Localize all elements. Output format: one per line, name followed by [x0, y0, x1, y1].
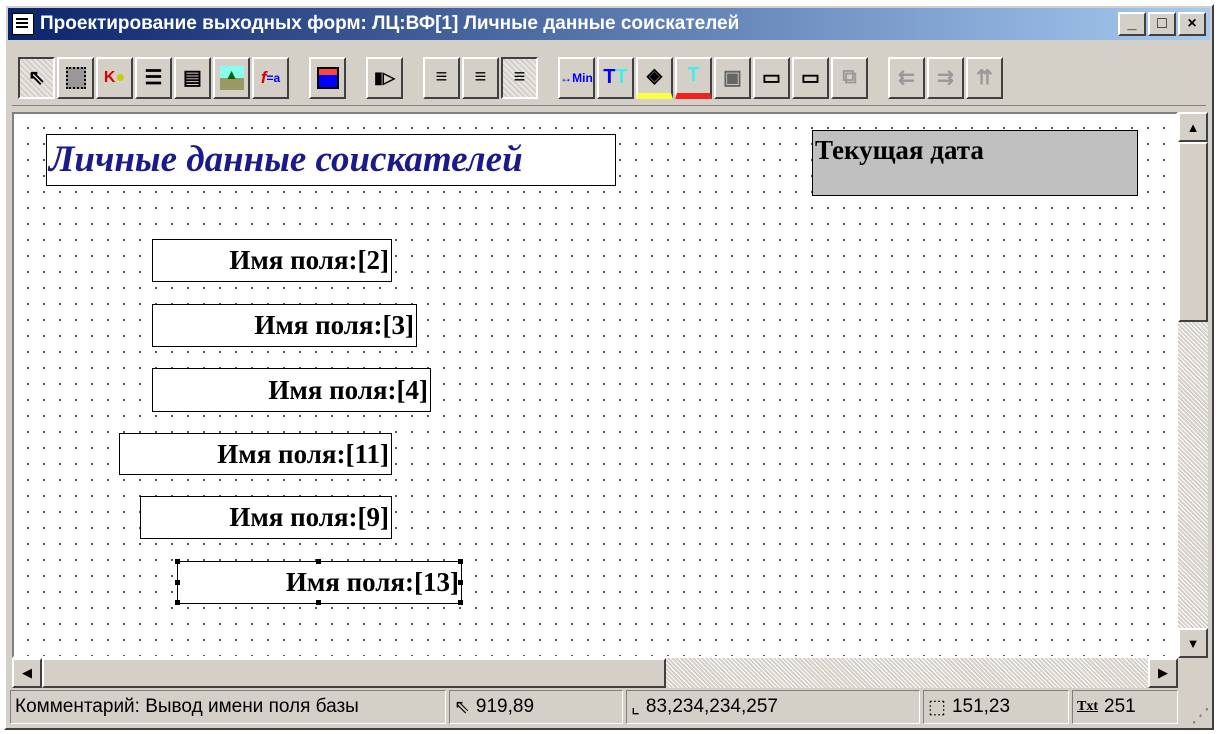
rect-icon: ⌞ [631, 696, 640, 718]
text-icon: Txt [1077, 699, 1098, 714]
scroll-down-icon[interactable]: ▼ [1178, 628, 1208, 658]
cursor-position: 919,89 [475, 696, 535, 717]
status-comment: Комментарий: Вывод имени поля базы [10, 690, 446, 724]
field-11[interactable]: Имя поля:[11] [119, 433, 392, 475]
formula-icon[interactable]: f =a [252, 56, 289, 99]
align-left-edge-icon[interactable]: ⇉ [927, 56, 964, 99]
min-size-icon[interactable]: ↔Min [558, 56, 595, 99]
key-icon[interactable]: K ● [96, 56, 133, 99]
top-border-icon[interactable]: ▭ [792, 56, 829, 99]
status-size: ⬚ 151,23 [923, 690, 1069, 724]
comment-text: Комментарий: Вывод имени поля базы [15, 696, 359, 717]
cursor-icon: ⇖ [454, 696, 470, 718]
save-icon[interactable] [309, 56, 346, 99]
title-bar: Проектирование выходных форм: ЛЦ:ВФ[1] Л… [8, 8, 1210, 40]
field-9[interactable]: Имя поля:[9] [140, 496, 392, 539]
group-icon[interactable]: ⧉ [831, 56, 868, 99]
frame-icon[interactable] [57, 56, 94, 99]
minimize-button[interactable]: _ [1118, 12, 1146, 36]
designer-window: Проектирование выходных форм: ЛЦ:ВФ[1] Л… [4, 4, 1214, 730]
current-date-field[interactable]: Текущая дата [812, 130, 1138, 196]
status-cursor: ⇖ 919,89 [449, 690, 623, 724]
align-right-edge-icon[interactable]: ⇇ [888, 56, 925, 99]
fill-color-icon[interactable]: ◈ [636, 56, 673, 99]
horizontal-scroll-thumb[interactable] [42, 658, 666, 688]
vertical-scroll-thumb[interactable] [1178, 142, 1208, 322]
tree-icon[interactable]: ☰ [135, 56, 172, 99]
vertical-scrollbar[interactable]: ▲ ▼ [1178, 112, 1208, 658]
close-button[interactable]: × [1178, 12, 1206, 36]
toolbar: ⇖ K ● ☰ ▤ ▲ f =a ▮▷ ≡ ≡ ≡ ↔Min TT ◈ T ▣ ▭ … [12, 50, 1206, 106]
field-2[interactable]: Имя поля:[2] [152, 239, 392, 282]
run-icon[interactable]: ▮▷ [366, 56, 403, 99]
field-13-selected[interactable]: Имя поля:[13] [177, 561, 462, 604]
resize-grip-icon[interactable]: ⋰ [1191, 705, 1210, 728]
app-icon [12, 13, 34, 35]
status-text-count: Txt 251 [1072, 690, 1178, 724]
scroll-up-icon[interactable]: ▲ [1178, 112, 1208, 142]
bottom-border-icon[interactable]: ▭ [753, 56, 790, 99]
scroll-right-icon[interactable]: ▶ [1148, 658, 1178, 688]
align-center-icon[interactable]: ≡ [462, 56, 499, 99]
align-left-icon[interactable]: ≡ [423, 56, 460, 99]
picture-icon[interactable]: ▲ [213, 56, 250, 99]
rect-coords: 83,234,234,257 [645, 696, 778, 717]
font-size-icon[interactable]: TT [597, 56, 634, 99]
scroll-left-icon[interactable]: ◀ [12, 658, 42, 688]
maximize-button[interactable]: □ [1148, 12, 1176, 36]
resize-handle[interactable] [175, 580, 180, 585]
resize-handle[interactable] [458, 580, 463, 585]
field-3[interactable]: Имя поля:[3] [152, 304, 417, 347]
resize-handle[interactable] [316, 600, 321, 605]
resize-handle[interactable] [175, 559, 180, 564]
field-4[interactable]: Имя поля:[4] [152, 368, 431, 412]
object-size: 151,23 [951, 696, 1011, 717]
resize-handle[interactable] [175, 600, 180, 605]
pointer-icon[interactable]: ⇖ [18, 56, 55, 99]
resize-handle[interactable] [458, 600, 463, 605]
status-bar: Комментарий: Вывод имени поля базы ⇖ 919,… [10, 690, 1210, 728]
tree-frame-icon[interactable]: ▤ [174, 56, 211, 99]
align-top-edge-icon[interactable]: ⇈ [966, 56, 1003, 99]
text-color-icon[interactable]: T [675, 56, 712, 99]
form-title-field[interactable]: Личные данные соискателей [46, 134, 616, 186]
size-icon: ⬚ [928, 696, 946, 718]
text-count: 251 [1104, 696, 1136, 717]
border-icon[interactable]: ▣ [714, 56, 751, 99]
status-rect: ⌞ 83,234,234,257 [626, 690, 920, 724]
form-design-canvas[interactable]: Личные данные соискателей Текущая дата И… [12, 112, 1178, 658]
resize-handle[interactable] [458, 559, 463, 564]
align-right-icon[interactable]: ≡ [501, 56, 538, 99]
window-title: Проектирование выходных форм: ЛЦ:ВФ[1] Л… [40, 13, 740, 34]
horizontal-scrollbar[interactable]: ◀ ▶ [12, 658, 1178, 688]
resize-handle[interactable] [316, 559, 321, 564]
